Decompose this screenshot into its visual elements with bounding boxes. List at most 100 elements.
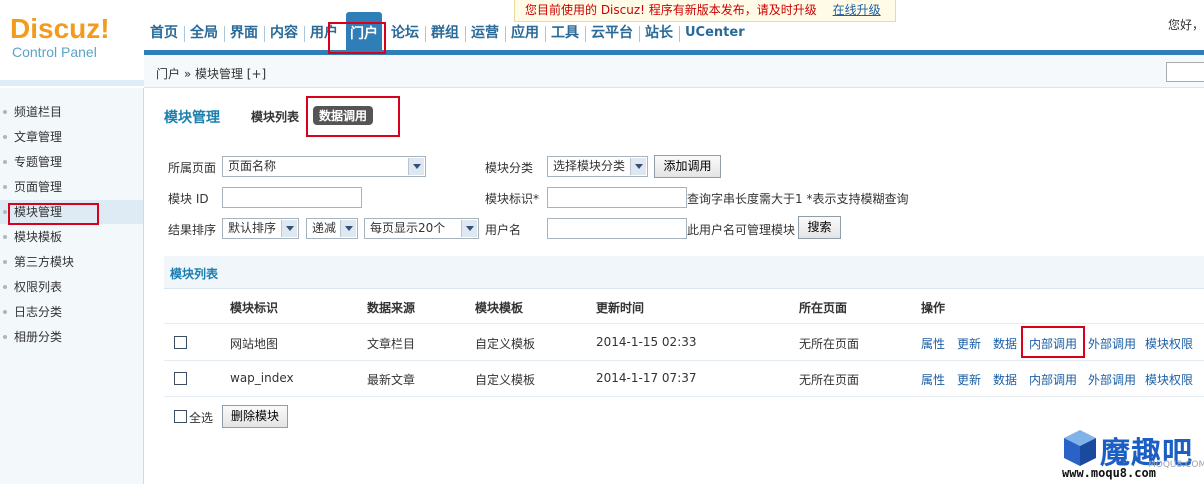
tab-module-list[interactable]: 模块列表 xyxy=(251,108,299,125)
sidebar-item-articles[interactable]: 文章管理 xyxy=(0,125,143,149)
username-label: 用户名 xyxy=(485,223,522,237)
page-filter-label: 所属页面 xyxy=(168,161,217,175)
nav-item-forum[interactable]: 论坛 xyxy=(387,22,423,52)
select-all-checkbox[interactable] xyxy=(174,410,187,423)
action-permissions-link[interactable]: 模块权限 xyxy=(1145,335,1193,352)
col-header-actions: 操作 xyxy=(921,301,946,315)
row-divider xyxy=(164,396,1204,397)
action-properties-link[interactable]: 属性 xyxy=(921,335,945,352)
row-update-time: 2014-1-17 07:37 xyxy=(596,371,697,385)
sidebar-item-third-party[interactable]: 第三方模块 xyxy=(0,250,143,274)
nav-separator xyxy=(505,26,506,42)
sidebar-item-channels[interactable]: 频道栏目 xyxy=(0,100,143,124)
section-title: 模块列表 xyxy=(170,267,219,281)
nav-item-group[interactable]: 群组 xyxy=(427,22,463,52)
sidebar-item-permissions[interactable]: 权限列表 xyxy=(0,275,143,299)
cube-icon xyxy=(1064,430,1096,466)
select-all-label: 全选 xyxy=(189,411,214,425)
sort-select-value: 默认排序 xyxy=(228,221,277,235)
row-page: 无所在页面 xyxy=(799,373,860,387)
highlight-box-modules xyxy=(8,203,99,225)
perpage-select[interactable]: 每页显示20个 xyxy=(364,218,479,239)
highlight-box-internal-call xyxy=(1021,326,1085,358)
module-key-label: 模块标识* xyxy=(485,192,540,206)
upgrade-notice: 您目前使用的 Discuz! 程序有新版本发布，请及时升级 在线升级 xyxy=(514,0,896,22)
add-call-button[interactable]: 添加调用 xyxy=(654,155,721,178)
action-data-link[interactable]: 数据 xyxy=(993,371,1017,388)
category-filter-label: 模块分类 xyxy=(485,161,534,175)
action-permissions-link[interactable]: 模块权限 xyxy=(1145,371,1193,388)
delete-module-button[interactable]: 删除模块 xyxy=(222,405,288,428)
highlight-box-data-call xyxy=(306,96,400,137)
nav-separator xyxy=(639,26,640,42)
nav-item-style[interactable]: 界面 xyxy=(226,22,262,52)
watermark-url-small: MOQU8.COM xyxy=(1148,460,1204,470)
action-properties-link[interactable]: 属性 xyxy=(921,371,945,388)
category-select-value: 选择模块分类 xyxy=(553,159,626,173)
chevron-down-icon xyxy=(461,220,477,237)
page-select-value: 页面名称 xyxy=(228,159,277,173)
nav-item-ucenter[interactable]: UCenter xyxy=(681,22,749,52)
order-select[interactable]: 递减 xyxy=(306,218,358,239)
nav-item-home[interactable]: 首页 xyxy=(146,22,182,52)
sort-select[interactable]: 默认排序 xyxy=(222,218,299,239)
nav-item-cloud[interactable]: 云平台 xyxy=(587,22,637,52)
top-search-input[interactable] xyxy=(1166,62,1204,82)
breadcrumb-bar: 门户 » 模块管理 [+] xyxy=(144,55,1204,88)
sidebar: 频道栏目 文章管理 专题管理 页面管理 模块管理 模块模板 第三方模块 权限列表… xyxy=(0,88,144,484)
sort-label: 结果排序 xyxy=(168,223,217,237)
nav-separator xyxy=(425,26,426,42)
nav-separator xyxy=(304,26,305,42)
nav-item-apps[interactable]: 应用 xyxy=(507,22,543,52)
order-select-value: 递减 xyxy=(312,221,337,235)
nav-separator xyxy=(679,26,680,42)
discuz-logo[interactable]: Discuz! Control Panel xyxy=(10,13,110,61)
watermark-logo: 魔趣吧 MOQU8.COM www.moqu8.com xyxy=(1062,428,1204,484)
row-divider xyxy=(164,323,1204,324)
nav-separator xyxy=(545,26,546,42)
logo-main-text: Discuz! xyxy=(10,13,110,44)
chevron-down-icon xyxy=(630,158,646,175)
nav-item-global[interactable]: 全局 xyxy=(186,22,222,52)
row-checkbox[interactable] xyxy=(174,336,187,349)
search-button[interactable]: 搜索 xyxy=(798,216,841,239)
row-module-key: 网站地图 xyxy=(230,337,279,351)
nav-item-content[interactable]: 内容 xyxy=(266,22,302,52)
action-external-call-link[interactable]: 外部调用 xyxy=(1088,371,1136,388)
action-update-link[interactable]: 更新 xyxy=(957,371,981,388)
row-page: 无所在页面 xyxy=(799,337,860,351)
category-select[interactable]: 选择模块分类 xyxy=(547,156,648,177)
sidebar-item-blog-categories[interactable]: 日志分类 xyxy=(0,300,143,324)
action-external-call-link[interactable]: 外部调用 xyxy=(1088,335,1136,352)
action-update-link[interactable]: 更新 xyxy=(957,335,981,352)
action-data-link[interactable]: 数据 xyxy=(993,335,1017,352)
page-select[interactable]: 页面名称 xyxy=(222,156,426,177)
top-nav: 首页 全局 界面 内容 用户 门户 论坛 群组 运营 应用 工具 云平台 站长 … xyxy=(144,12,1204,52)
sidebar-item-pages[interactable]: 页面管理 xyxy=(0,175,143,199)
online-upgrade-link[interactable]: 在线升级 xyxy=(833,3,881,17)
nav-separator xyxy=(224,26,225,42)
perpage-select-value: 每页显示20个 xyxy=(370,221,446,235)
nav-item-tools[interactable]: 工具 xyxy=(547,22,583,52)
nav-item-operation[interactable]: 运营 xyxy=(467,22,503,52)
nav-separator xyxy=(585,26,586,42)
module-key-hint: 查询字串长度需大于1 *表示支持模糊查询 xyxy=(687,192,909,206)
row-checkbox[interactable] xyxy=(174,372,187,385)
username-input[interactable] xyxy=(547,218,687,239)
col-header-update-time: 更新时间 xyxy=(596,301,645,315)
module-id-label: 模块 ID xyxy=(168,192,209,206)
module-key-input[interactable] xyxy=(547,187,687,208)
nav-separator xyxy=(465,26,466,42)
col-header-data-source: 数据来源 xyxy=(367,301,416,315)
nav-separator xyxy=(184,26,185,42)
chevron-down-icon xyxy=(281,220,297,237)
chevron-down-icon xyxy=(340,220,356,237)
nav-item-webmaster[interactable]: 站长 xyxy=(641,22,677,52)
sidebar-item-album-categories[interactable]: 相册分类 xyxy=(0,325,143,349)
sidebar-item-module-templates[interactable]: 模块模板 xyxy=(0,225,143,249)
row-data-source: 文章栏目 xyxy=(367,337,416,351)
row-data-source: 最新文章 xyxy=(367,373,416,387)
action-internal-call-link[interactable]: 内部调用 xyxy=(1029,371,1077,388)
module-id-input[interactable] xyxy=(222,187,362,208)
sidebar-item-topics[interactable]: 专题管理 xyxy=(0,150,143,174)
